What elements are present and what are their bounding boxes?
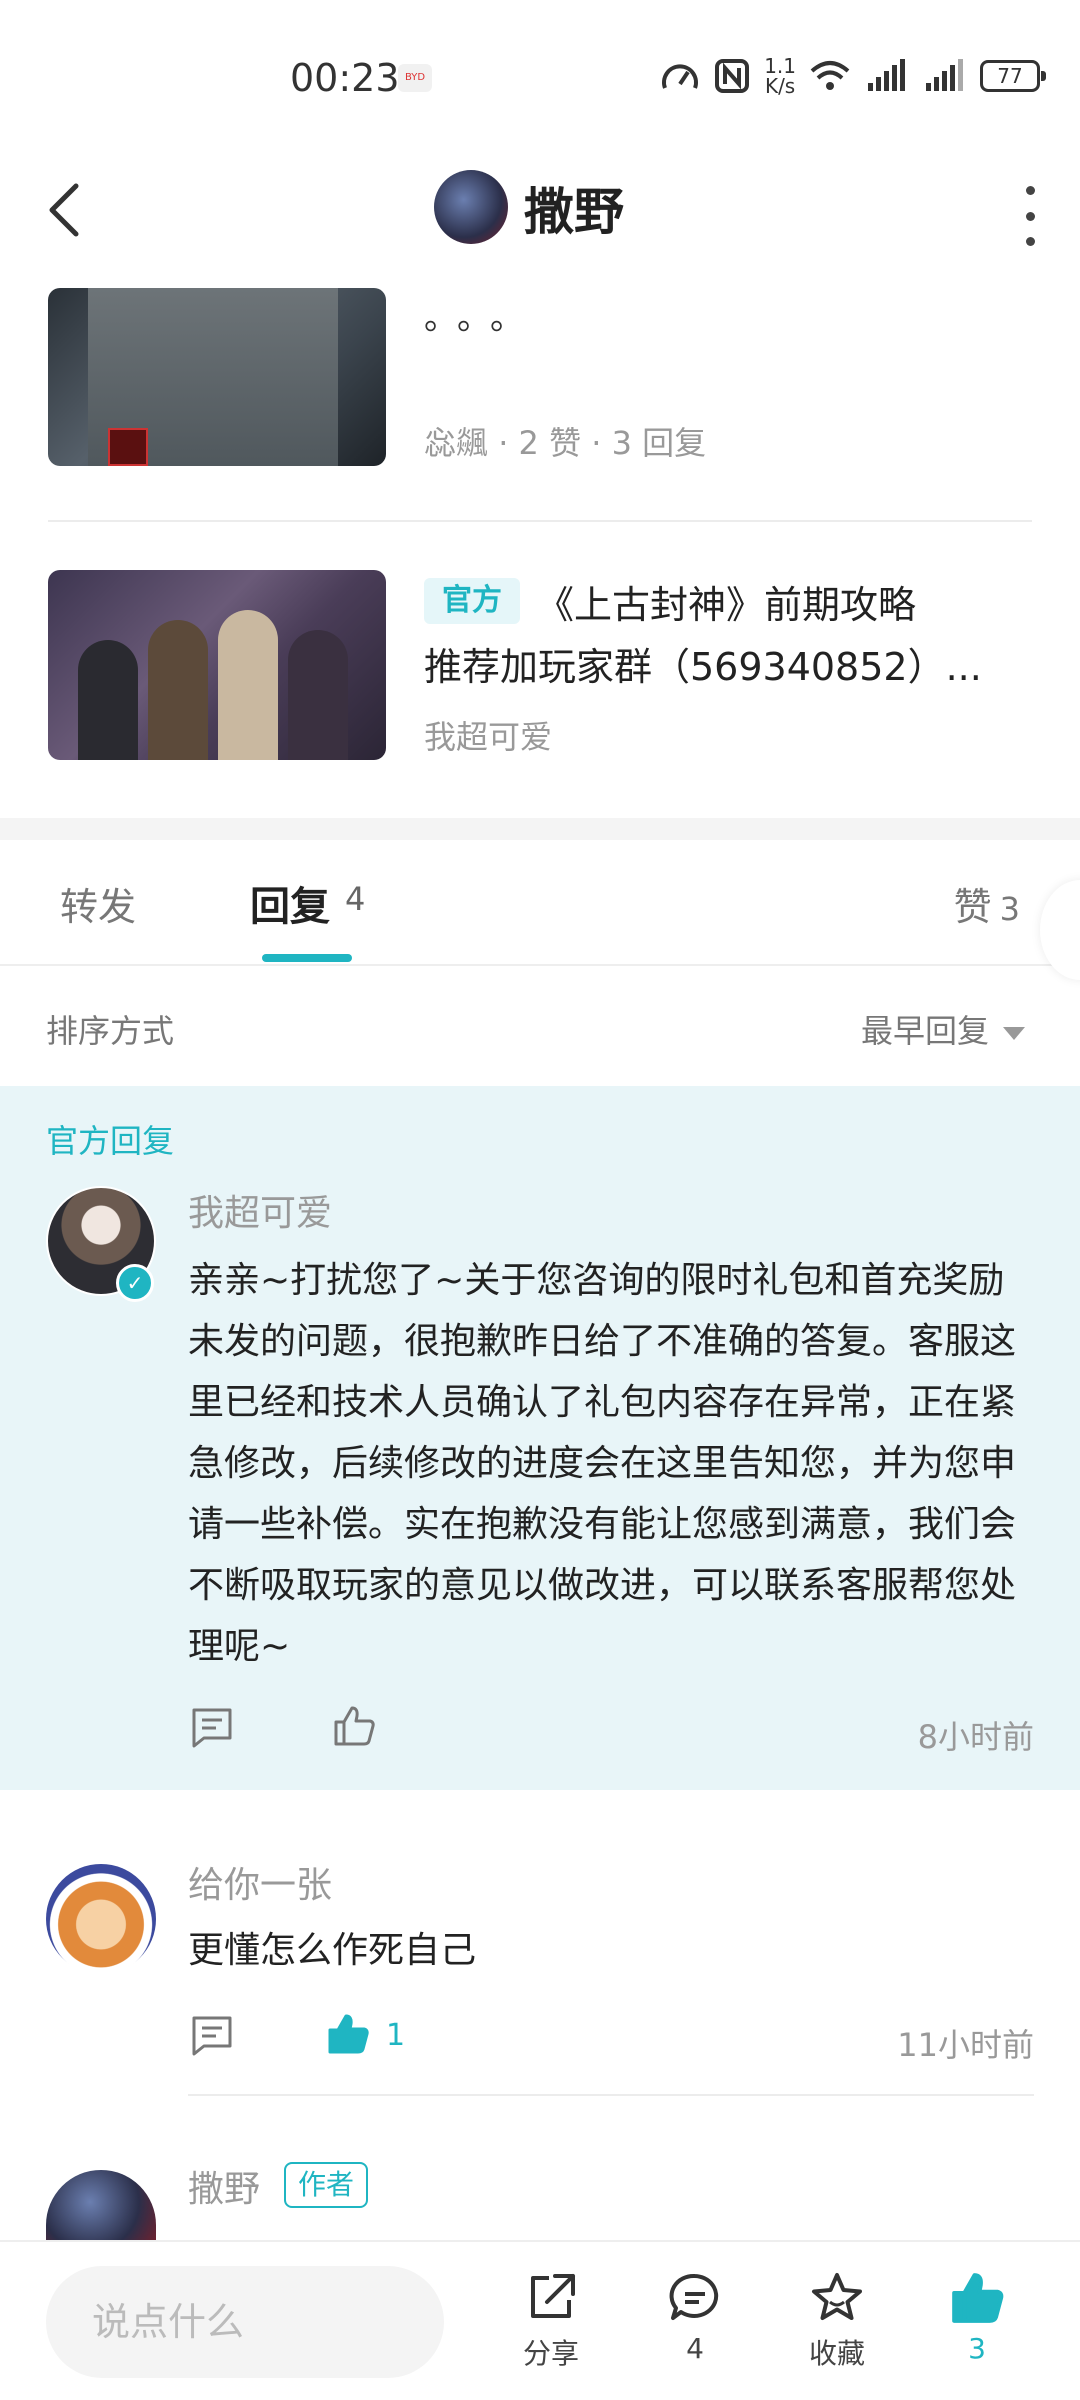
post-title-line2[interactable]: 推荐加玩家群（569340852）... [424,636,982,691]
thumbnail-figure [78,640,138,760]
divider [0,964,1080,966]
avatar[interactable] [46,1864,156,1974]
post-thumbnail-1[interactable] [48,288,386,466]
comment-body[interactable]: 亲亲~打扰您了~关于您咨询的限时礼包和首充奖励未发的问题，很抱歉昨日给了不准确的… [188,1250,1040,1677]
tab-reply-count: 4 [345,880,366,918]
likes-count: 3 [968,2332,986,2365]
post-thumbnail-2[interactable] [48,570,386,760]
sort-dropdown[interactable]: 最早回复 [861,1006,1025,1052]
top-nav-bar: 撒野 [0,150,1080,280]
comment-time: 8小时前 [917,1718,1034,1756]
page-title[interactable]: 撒野 [524,172,624,244]
bottom-action-bar: 分享 4 收藏 3 [0,2240,1080,2400]
share-label: 分享 [522,2337,579,2370]
tab-like-count: 3 [999,890,1020,928]
share-button[interactable]: 分享 [496,2270,606,2372]
tab-forward[interactable]: 转发 [60,876,136,931]
thumbs-up-icon [952,2273,1004,2323]
comment-body[interactable]: 更懂怎么作死自己 [188,1920,1038,1981]
reply-icon[interactable] [190,2014,234,2058]
comments-button[interactable]: 4 [640,2270,750,2365]
section-separator [0,818,1080,840]
comment-time: 11小时前 [897,2026,1034,2064]
notification-icon: BYD [398,64,432,92]
status-bar: 00:23 BYD 1.1 K/s 77 [0,0,1080,150]
signal-4g-icon-2 [926,59,963,91]
comments-count: 4 [686,2332,704,2365]
avatar[interactable] [46,2170,156,2250]
signal-4g-icon [868,59,905,91]
thumbs-up-icon[interactable] [332,1704,376,1748]
more-dot-icon [1025,211,1035,221]
meta-separator: · [498,424,519,462]
divider [188,2094,1034,2096]
favorite-label: 收藏 [808,2337,865,2370]
caret-down-icon [1003,1026,1025,1040]
like-button[interactable]: 3 [922,2270,1032,2365]
more-dot-icon [1025,186,1035,195]
comment-author[interactable]: 我超可爱 [188,1184,332,1236]
author-avatar[interactable] [434,170,508,244]
tab-active-indicator [262,954,352,962]
back-button[interactable] [44,180,104,250]
comment-author[interactable]: 给你一张 [188,1856,332,1908]
share-icon [531,2274,575,2318]
status-time: 00:23 [290,56,400,100]
network-speed-unit: K/s [764,74,796,98]
official-reply-card: 官方回复 ✓ 我超可爱 亲亲~打扰您了~关于您咨询的限时礼包和首充奖励未发的问题… [0,1086,1080,1790]
comment-icon [669,2273,719,2320]
comment-input[interactable] [46,2266,444,2378]
official-tag: 官方 [424,578,520,624]
nfc-icon [715,59,750,93]
thumbnail-figure [148,620,208,760]
tab-bar: 转发 回复 4 赞3 [0,840,1080,966]
author-tag: 作者 [284,2162,369,2208]
thumbnail-figure [288,630,348,760]
divider [48,520,1032,522]
post-likes: 2 赞 [518,424,582,462]
tab-like[interactable]: 赞3 [954,876,1020,931]
speedometer-icon [662,64,699,89]
tab-like-label: 赞 [953,885,992,929]
more-dot-icon [1025,237,1035,246]
network-speed-value: 1.1 [764,54,796,78]
thumbnail-item [108,428,148,466]
thumbnail-figure [218,610,278,760]
sort-value: 最早回复 [860,1012,989,1050]
wifi-icon [810,61,850,90]
network-speed: 1.1 K/s [764,56,796,96]
sort-label: 排序方式 [46,1012,175,1050]
favorite-button[interactable]: 收藏 [782,2270,892,2372]
post-author: 惢飊 [424,424,489,462]
battery-icon: 77 [980,60,1046,92]
post-meta: 惢飊 · 2 赞 · 3 回复 [424,418,706,464]
star-icon [812,2273,862,2320]
more-options-button[interactable] [1020,186,1040,246]
post-author: 我超可爱 [424,718,553,756]
like-count: 1 [386,2018,406,2053]
status-icons: 1.1 K/s 77 [660,56,1046,96]
reply-icon[interactable] [190,1706,234,1750]
official-reply-label: 官方回复 [46,1122,175,1160]
post-replies: 3 回复 [611,424,707,462]
comment-author[interactable]: 撒野 [188,2160,260,2212]
meta-separator: · [591,424,612,462]
tab-reply[interactable]: 回复 [250,874,330,932]
chevron-left-icon [49,183,79,237]
post-snippet[interactable]: 。。。 [424,290,540,339]
post-title[interactable]: 《上古封神》前期攻略 [536,574,916,629]
verified-icon: ✓ [116,1264,154,1302]
thumbs-up-icon[interactable] [326,2012,370,2056]
